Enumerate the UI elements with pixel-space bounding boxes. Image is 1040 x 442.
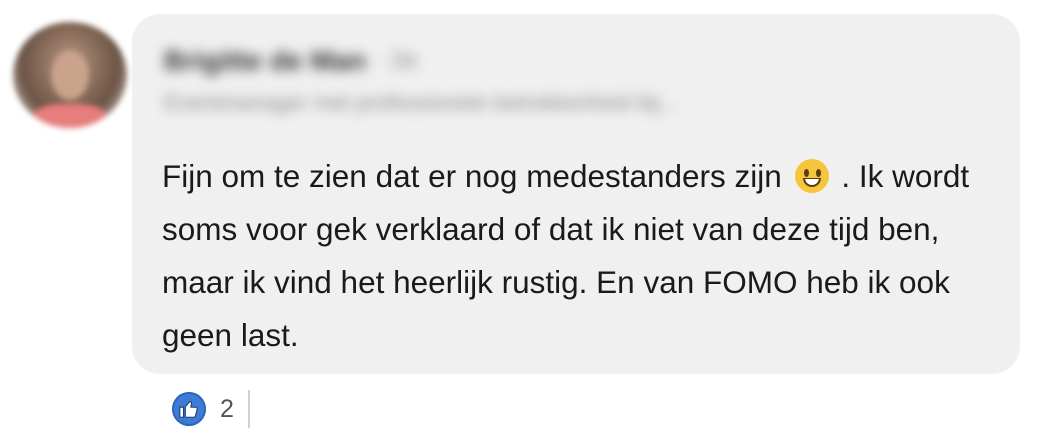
avatar-shirt: [33, 104, 107, 128]
grinning-face-emoji-icon: [794, 159, 829, 193]
like-thumbs-up-icon[interactable]: [172, 392, 206, 426]
reactions-bar[interactable]: 2: [172, 390, 250, 428]
comment-text-part-1: Fijn om te zien dat er nog medestanders …: [162, 158, 782, 194]
author-avatar[interactable]: [13, 22, 127, 128]
author-headline: Eventmanager met professionele betrokken…: [164, 90, 678, 115]
author-name[interactable]: Brigitte de Man: [164, 45, 366, 77]
avatar-face: [51, 50, 89, 100]
comment-text: Fijn om te zien dat er nog medestanders …: [162, 150, 992, 362]
reaction-count[interactable]: 2: [220, 395, 234, 424]
author-line: Brigitte de Man · 2e: [164, 45, 418, 77]
author-connection-degree: · 2e: [376, 47, 418, 74]
reactions-divider: [247, 390, 250, 428]
